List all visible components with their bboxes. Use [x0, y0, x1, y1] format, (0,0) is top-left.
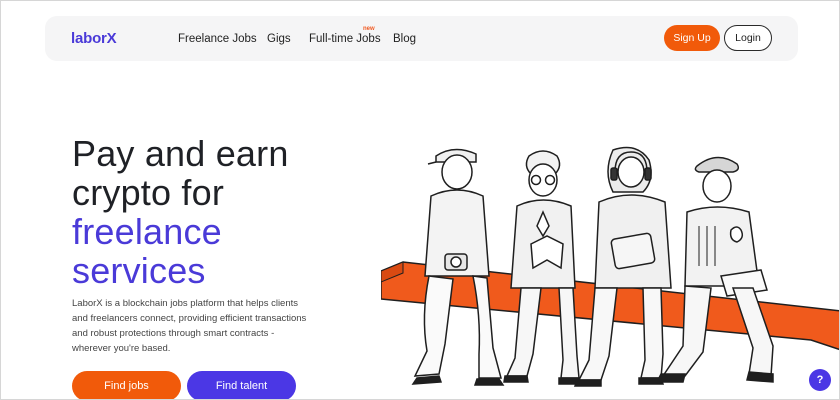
find-talent-button[interactable]: Find talent: [187, 371, 296, 399]
hero-title-line-2: crypto for: [72, 172, 225, 213]
login-button[interactable]: Login: [724, 25, 772, 51]
nav-freelance-jobs[interactable]: Freelance Jobs: [178, 33, 257, 45]
person-camera-illustration: [411, 148, 505, 386]
hero-title-highlight-2: services: [72, 250, 206, 291]
logo[interactable]: laborX: [71, 30, 117, 47]
signup-button[interactable]: Sign Up: [664, 25, 720, 51]
new-badge: new: [363, 26, 375, 32]
hero-title-line-1: Pay and earn: [72, 133, 289, 174]
help-chat-button[interactable]: ?: [809, 369, 831, 391]
person-reading-illustration: [503, 150, 583, 385]
find-jobs-button[interactable]: Find jobs: [72, 371, 181, 399]
person-tablet-illustration: [573, 146, 672, 387]
hero-illustration: [381, 146, 839, 387]
person-drawing-illustration: [655, 156, 774, 383]
nav-blog[interactable]: Blog: [393, 33, 416, 45]
nav-full-time-jobs[interactable]: Full-time Jobs: [309, 33, 381, 45]
hero-description: LaborX is a blockchain jobs platform tha…: [72, 298, 307, 354]
hero-title-highlight-1: freelance: [72, 211, 222, 252]
hero-title: Pay and earn crypto for freelance servic…: [72, 134, 392, 290]
page: laborX Freelance Jobs Gigs new Full-time…: [0, 0, 840, 400]
nav-gigs[interactable]: Gigs: [267, 33, 291, 45]
top-navbar: laborX Freelance Jobs Gigs new Full-time…: [45, 16, 798, 61]
